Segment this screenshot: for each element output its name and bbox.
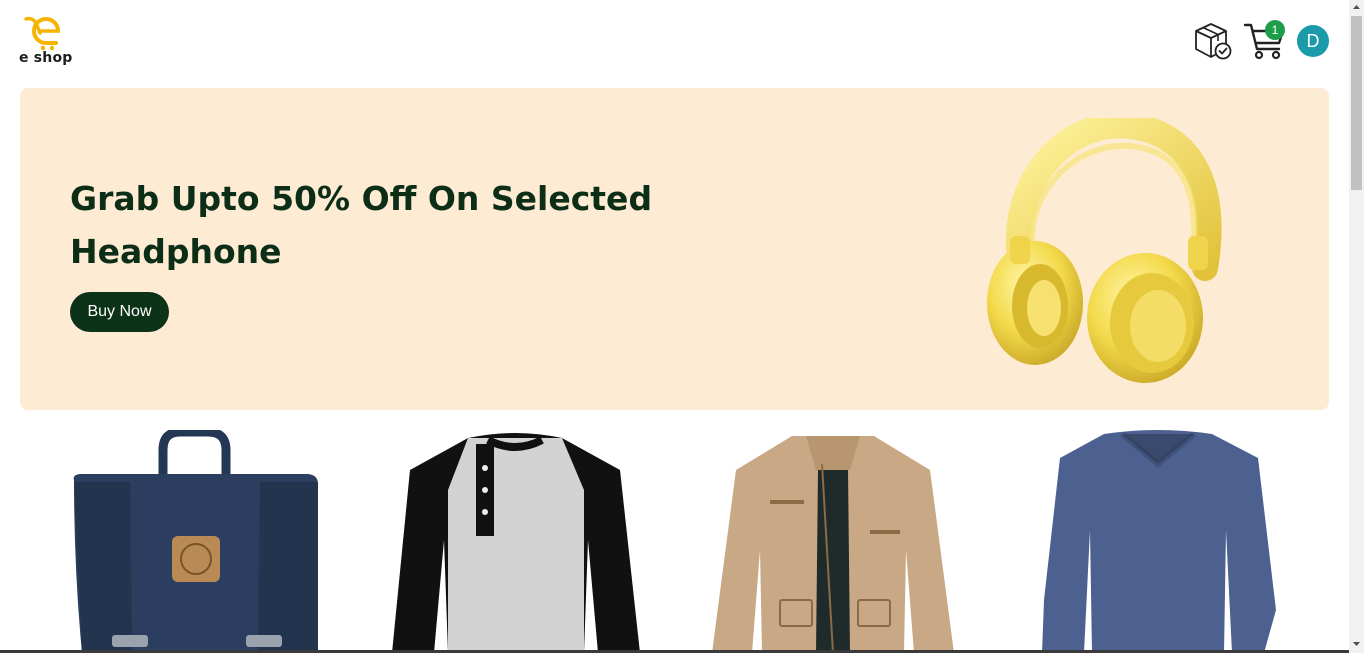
hero-title: Grab Upto 50% Off On Selected Headphone: [70, 179, 653, 271]
user-avatar[interactable]: D: [1297, 25, 1329, 57]
product-card[interactable]: [388, 430, 642, 653]
site-header: e shop 1 D: [0, 0, 1349, 80]
brand-logo[interactable]: e shop: [19, 13, 75, 69]
cart-count-badge: 1: [1265, 20, 1285, 40]
logo-mark-icon: [24, 16, 60, 51]
henley-shirt-image: [392, 433, 640, 653]
product-card[interactable]: [68, 430, 322, 653]
jacket-image: [712, 436, 954, 653]
product-grid: [0, 430, 1349, 653]
product-card[interactable]: [1036, 430, 1280, 653]
viewport: e shop 1 D Grab Upto 50% Off On Selected…: [0, 0, 1349, 653]
v-neck-sweater-image: [1042, 430, 1276, 653]
scrollbar-thumb[interactable]: [1351, 16, 1362, 190]
page: e shop 1 D Grab Upto 50% Off On Selected…: [0, 0, 1364, 653]
product-card[interactable]: [710, 430, 956, 653]
buy-now-button[interactable]: Buy Now: [70, 292, 169, 332]
headphone-image: [987, 118, 1222, 383]
package-check-icon[interactable]: [1192, 21, 1234, 61]
scroll-up-arrow-icon[interactable]: [1349, 0, 1364, 15]
backpack-image: [73, 430, 318, 653]
hero-banner: Grab Upto 50% Off On Selected Headphone …: [20, 88, 1329, 410]
brand-name: e shop: [19, 50, 73, 66]
vertical-scrollbar[interactable]: [1349, 0, 1364, 653]
scroll-down-arrow-icon[interactable]: [1349, 636, 1364, 651]
